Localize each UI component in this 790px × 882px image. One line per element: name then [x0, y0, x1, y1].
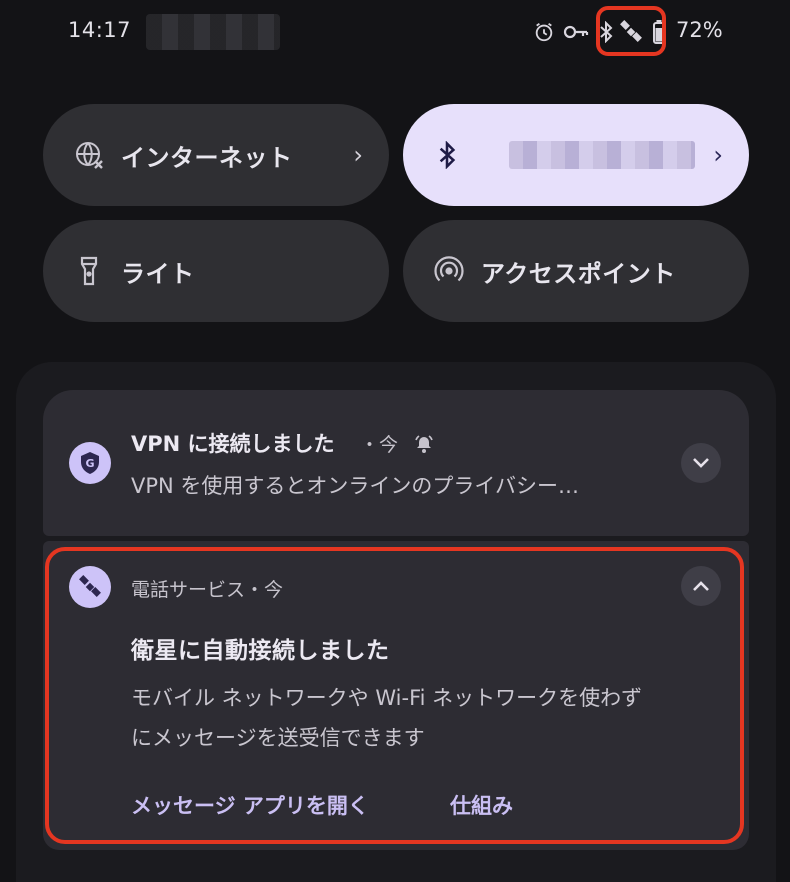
bluetooth-icon — [429, 137, 465, 173]
carrier-name-redacted — [146, 14, 280, 50]
tile-flashlight[interactable]: ライト — [43, 220, 389, 322]
svg-text:G: G — [85, 457, 94, 470]
tile-flashlight-label: ライト — [121, 259, 195, 288]
tile-hotspot[interactable]: アクセスポイント — [403, 220, 749, 322]
tile-internet[interactable]: インターネット › — [43, 104, 389, 206]
bluetooth-device-name-redacted — [509, 141, 695, 169]
chevron-right-icon: › — [353, 141, 363, 169]
expand-button[interactable] — [681, 443, 721, 483]
battery-percent: 72% — [676, 18, 723, 42]
tile-internet-label: インターネット — [121, 143, 293, 172]
notification-vpn-time: ・今 — [360, 434, 399, 456]
satellite-notification-highlight — [45, 547, 744, 844]
vpn-key-icon — [563, 20, 589, 44]
status-time: 14:17 — [68, 18, 132, 42]
alert-bell-icon — [414, 434, 434, 459]
vpn-shield-icon: G — [69, 442, 111, 484]
notification-vpn-title: VPN に接続しました — [131, 432, 335, 456]
flashlight-icon — [71, 253, 107, 289]
chevron-right-icon: › — [713, 141, 723, 169]
notification-vpn-text: VPN を使用するとオンラインのプライバシー… — [131, 474, 579, 498]
chevron-down-icon — [691, 454, 711, 473]
hotspot-icon — [431, 253, 467, 289]
notification-vpn[interactable] — [43, 390, 749, 536]
tile-hotspot-label: アクセスポイント — [481, 259, 676, 288]
satellite-icon-highlight — [596, 6, 666, 56]
alarm-icon — [532, 20, 556, 44]
internet-globe-icon — [71, 137, 107, 173]
notification-vpn-meta: ・今 — [360, 430, 434, 459]
tile-bluetooth[interactable]: › — [403, 104, 749, 206]
